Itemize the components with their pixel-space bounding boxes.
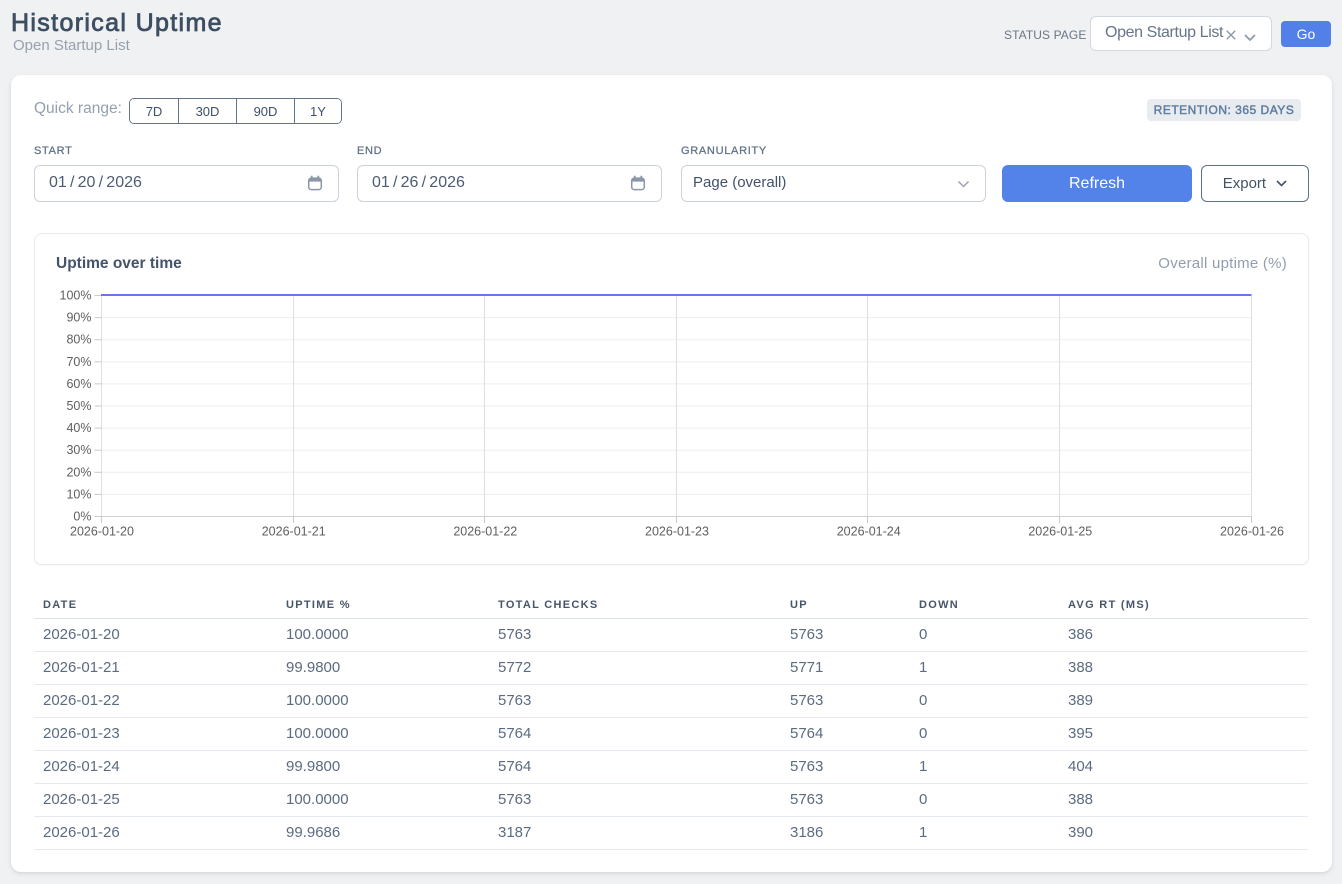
svg-text:2026-01-20: 2026-01-20 [70, 525, 134, 539]
svg-text:30%: 30% [66, 443, 91, 457]
svg-text:2026-01-22: 2026-01-22 [453, 525, 517, 539]
svg-text:2026-01-25: 2026-01-25 [1028, 525, 1092, 539]
svg-text:90%: 90% [66, 311, 91, 325]
svg-text:40%: 40% [66, 421, 91, 435]
svg-text:0%: 0% [73, 510, 91, 524]
svg-text:70%: 70% [66, 355, 91, 369]
svg-text:100%: 100% [60, 289, 92, 303]
svg-text:10%: 10% [66, 487, 91, 501]
svg-text:50%: 50% [66, 399, 91, 413]
svg-text:2026-01-24: 2026-01-24 [837, 525, 901, 539]
svg-text:2026-01-23: 2026-01-23 [645, 525, 709, 539]
svg-text:80%: 80% [66, 333, 91, 347]
svg-text:20%: 20% [66, 465, 91, 479]
svg-text:2026-01-21: 2026-01-21 [262, 525, 326, 539]
svg-text:2026-01-26: 2026-01-26 [1220, 525, 1284, 539]
svg-text:60%: 60% [66, 377, 91, 391]
